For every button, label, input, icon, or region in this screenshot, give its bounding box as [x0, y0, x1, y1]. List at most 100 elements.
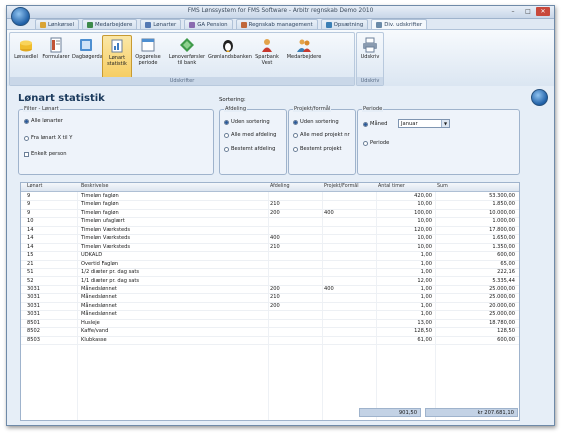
afdeling-specific-option[interactable]: Bestemt afdeling: [224, 146, 275, 152]
option-label: Måned: [370, 121, 388, 127]
filter-group: Filter - Lønart Alle lønarter Fra lønart…: [18, 106, 214, 175]
table-cell: 14: [27, 226, 34, 233]
radio[interactable]: [293, 146, 298, 152]
table-cell: 128,50: [497, 328, 515, 335]
option-label: Bestemt afdeling: [231, 146, 276, 152]
group-legend: Afdeling: [224, 106, 248, 112]
table-cell: 8501: [27, 319, 40, 326]
window-controls: – □ ✕: [506, 7, 550, 16]
month-value: Januar: [401, 121, 418, 127]
filter-range-option[interactable]: Fra lønart X til Y: [24, 135, 72, 141]
table-cell: Timeløn ufaglært: [81, 218, 125, 225]
radio[interactable]: [293, 132, 298, 138]
table-cell: 200: [270, 285, 280, 292]
column-header[interactable]: Projekt/Formål: [324, 184, 359, 189]
table-cell: 210: [270, 201, 280, 208]
table-cell: 25.000,00: [489, 311, 515, 318]
minimize-icon[interactable]: –: [506, 7, 520, 16]
table-cell: Timeløn fagløn: [81, 209, 119, 216]
table-cell: 61,00: [417, 336, 432, 343]
table-cell: 1,00: [420, 252, 432, 259]
statistics-table[interactable]: Lønart Beskrivelse Afdeling Projekt/Form…: [20, 182, 520, 421]
periode-month-option[interactable]: Måned: [363, 121, 387, 127]
button-label: Dagbøgerdag: [72, 54, 106, 60]
periode-group: Periode Måned Januar ▼ Periode: [357, 106, 520, 175]
radio-selected[interactable]: [224, 119, 229, 125]
medarbejdere-button[interactable]: Medarbejdere: [286, 35, 322, 77]
lonoverforsler-button[interactable]: Lønoverførsler til bank: [168, 35, 206, 77]
projekt-specific-option[interactable]: Bestemt projekt: [293, 146, 342, 152]
option-label: Uden sortering: [231, 119, 270, 125]
close-icon[interactable]: ✕: [536, 7, 550, 16]
group-legend: Periode: [362, 106, 384, 112]
option-label: Alle lønarter: [31, 118, 63, 124]
column-header[interactable]: Beskrivelse: [81, 184, 108, 189]
sparbank-vest-button[interactable]: Sparbank Vest: [252, 35, 282, 77]
option-label: Alle med projekt nr: [300, 132, 350, 138]
option-label: Uden sortering: [300, 119, 339, 125]
column-header[interactable]: Sum: [437, 184, 448, 189]
option-label: Fra lønart X til Y: [31, 135, 73, 141]
tab-icon: [40, 22, 46, 28]
radio[interactable]: [363, 140, 368, 146]
radio[interactable]: [224, 146, 229, 152]
column-header[interactable]: Afdeling: [270, 184, 290, 189]
table-cell: 21: [27, 260, 34, 267]
ribbon-tabs: Lønkørsel Medarbejdere Lønarter GA Pensi…: [35, 19, 428, 30]
table-cell: 1,00: [420, 269, 432, 276]
button-label: Lønoverførsler til bank: [168, 54, 206, 66]
ribbon-group-udskriv: Udskriv Udskriv: [356, 32, 384, 86]
maximize-icon[interactable]: □: [521, 7, 535, 16]
radio[interactable]: [24, 135, 29, 141]
gronlandsbanken-button[interactable]: Grønlandsbanken: [208, 35, 252, 77]
total-sum: kr 207.681,10: [425, 408, 518, 417]
window-title: FMS Lønssystem for FMS Software - Arbitr…: [187, 8, 374, 14]
chevron-down-icon[interactable]: ▼: [441, 120, 449, 127]
table-cell: 25.000,00: [489, 294, 515, 301]
table-row[interactable]: 8503 Klubkasse 61,00 600,00: [21, 336, 519, 346]
radio-selected[interactable]: [24, 118, 29, 124]
app-window: FMS Lønssystem for FMS Software - Arbitr…: [6, 5, 555, 426]
udskriv-button[interactable]: Udskriv: [357, 35, 383, 77]
table-cell: 1,00: [420, 302, 432, 309]
lonart-statistik-button[interactable]: Lønart statistik: [102, 35, 132, 79]
globe-icon[interactable]: [531, 89, 548, 106]
button-label: Udskriv: [360, 54, 380, 60]
checkbox[interactable]: [24, 151, 29, 157]
table-cell: Timeløn Værksteds: [81, 235, 131, 242]
formularer-button[interactable]: Formularer: [42, 35, 70, 77]
ribbon-group-udskrifter: Lønsedlel Formularer Dagbøgerdag Lønart …: [9, 32, 355, 86]
table-cell: 17.800,00: [489, 226, 515, 233]
table-cell: 1,00: [420, 285, 432, 292]
filter-all-option[interactable]: Alle lønarter: [24, 118, 63, 124]
tab-icon: [86, 22, 93, 28]
table-header: Lønart Beskrivelse Afdeling Projekt/Form…: [21, 183, 519, 192]
table-cell: 9: [27, 193, 31, 199]
opgorelse-periode-button[interactable]: Opgørelse periode: [134, 35, 162, 77]
periode-period-option[interactable]: Periode: [363, 140, 389, 146]
afdeling-none-option[interactable]: Uden sortering: [224, 119, 270, 125]
page-title: Lønart statistik: [18, 93, 105, 104]
forms-icon: [50, 37, 62, 53]
afdeling-all-option[interactable]: Alle med afdeling: [224, 132, 276, 138]
tab-label: Div. udskrifter: [384, 22, 423, 28]
table-cell: Månedslønnet: [81, 302, 117, 309]
person-icon: [262, 39, 272, 52]
sortering-label: Sortering:: [219, 97, 246, 103]
radio[interactable]: [224, 132, 229, 138]
month-select[interactable]: Januar ▼: [398, 119, 450, 128]
projekt-all-option[interactable]: Alle med projekt nr: [293, 132, 350, 138]
dagboger-button[interactable]: Dagbøgerdag: [72, 35, 106, 77]
table-cell: 400: [324, 209, 334, 216]
lonseddel-button[interactable]: Lønsedlel: [12, 35, 40, 77]
table-cell: 3031: [27, 311, 40, 318]
tab-label: Regnskab management: [248, 22, 313, 28]
filter-person-option[interactable]: Enkelt person: [24, 151, 66, 157]
projekt-none-option[interactable]: Uden sortering: [293, 119, 339, 125]
column-header[interactable]: Lønart: [27, 184, 42, 189]
option-label: Alle med afdeling: [231, 132, 277, 138]
radio-selected[interactable]: [363, 121, 368, 127]
column-header[interactable]: Antal timer: [378, 184, 405, 189]
tab-label: Lønarter: [153, 22, 177, 28]
radio-selected[interactable]: [293, 119, 298, 125]
